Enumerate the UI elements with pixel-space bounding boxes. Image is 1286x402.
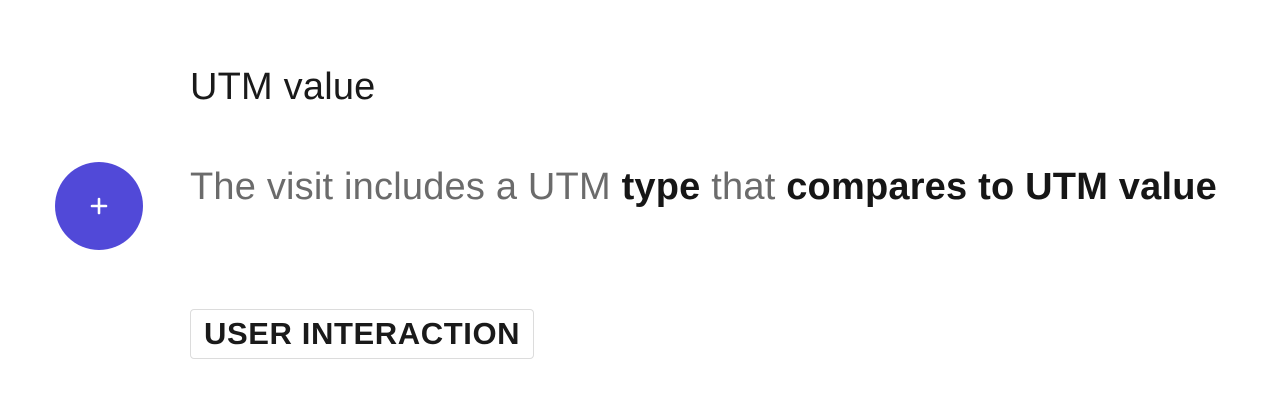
description-text: that <box>700 166 787 208</box>
add-condition-button[interactable] <box>55 162 143 250</box>
category-badge: USER INTERACTION <box>190 309 535 359</box>
condition-option-card: UTM value The visit includes a UTM type … <box>0 0 1286 402</box>
description-keyword-compare: compares to UTM value <box>786 166 1217 208</box>
condition-title: UTM value <box>190 66 376 108</box>
description-text: The visit includes a UTM <box>190 166 622 208</box>
description-keyword-type: type <box>621 166 701 208</box>
plus-icon <box>90 197 108 215</box>
condition-description: The visit includes a UTM type that compa… <box>190 154 1230 220</box>
